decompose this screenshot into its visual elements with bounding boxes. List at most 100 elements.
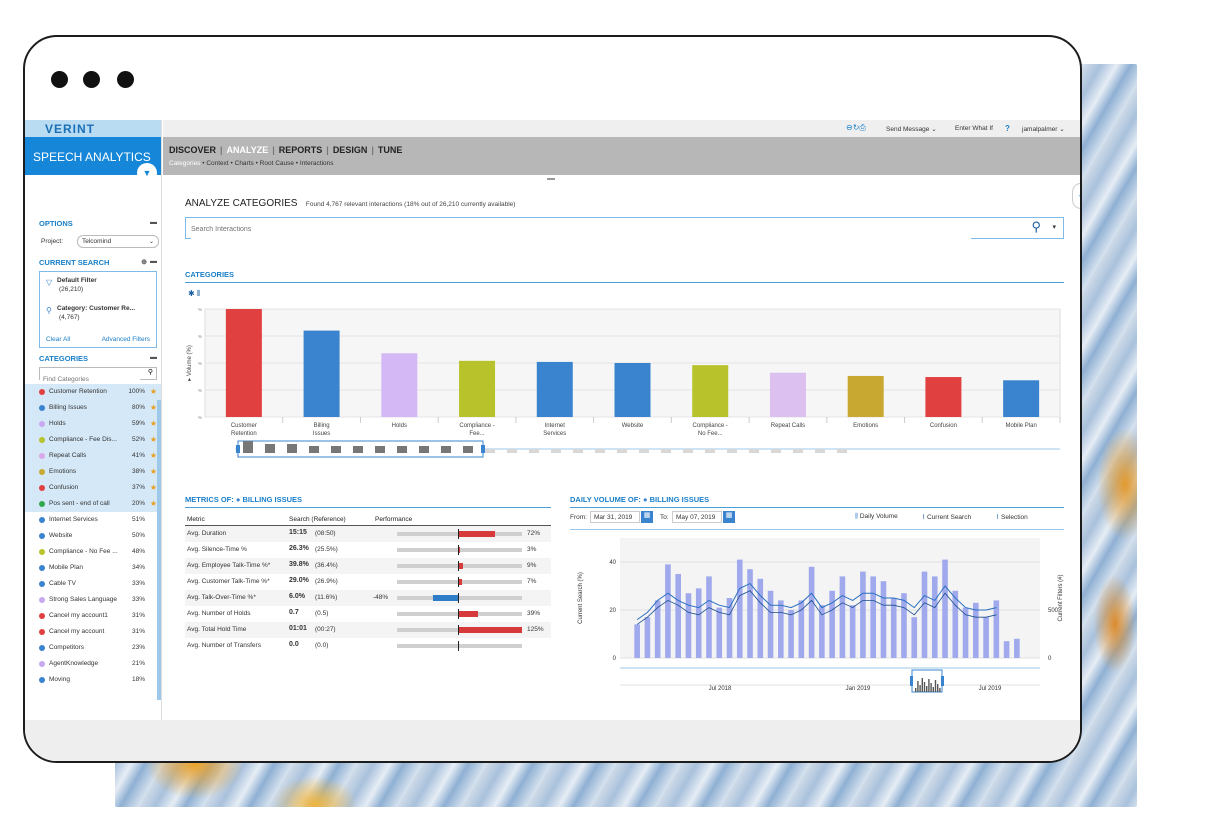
app-window: VERINT SPEECH ANALYTICS ▼ OPTIONS ▬ Proj… [23, 35, 1082, 763]
category-name: Holds [49, 420, 66, 427]
category-item[interactable]: Confusion 37% ★ [25, 480, 161, 496]
range-slider-bar [793, 449, 803, 453]
metrics-row[interactable]: Avg. Employee Talk-Time %* 39.8% (36.4%) 9% [185, 558, 551, 574]
sort-icon[interactable]: ⫴ [197, 289, 200, 298]
metrics-row[interactable]: Avg. Total Hold Time 01:01 (00:27) 125% [185, 622, 551, 638]
drag-handle[interactable] [547, 178, 555, 180]
tab-tune[interactable]: TUNE [378, 145, 403, 155]
chart-tools: ✱ ⫴ [188, 289, 200, 299]
category-name: Cable TV [49, 580, 76, 587]
chevron-down-icon[interactable]: ▾ [1052, 223, 1056, 231]
sidebar: VERINT SPEECH ANALYTICS ▼ OPTIONS ▬ Proj… [25, 120, 162, 720]
performance-track [397, 641, 522, 651]
metrics-row[interactable]: Avg. Number of Transfers 0.0 (0.0) [185, 638, 551, 654]
category-item[interactable]: Cancel my account1 31% [25, 608, 161, 624]
user-menu[interactable]: jamalpalmer ⌄ [1022, 125, 1065, 133]
calendar-icon[interactable]: ▦ [641, 511, 653, 523]
clear-all-link[interactable]: Clear All [46, 336, 70, 343]
category-item[interactable]: Cable TV 33% [25, 576, 161, 592]
search-interactions-input[interactable] [191, 220, 971, 239]
category-item[interactable]: Emotions 38% ★ [25, 464, 161, 480]
category-item[interactable]: Compliance - No Fee ... 48% [25, 544, 161, 560]
metrics-row[interactable]: Avg. Customer Talk-Time %* 29.0% (26.9%) 7% [185, 574, 551, 590]
star-icon[interactable]: ★ [150, 400, 157, 416]
metrics-row[interactable]: Avg. Duration 15:15 (08:50) 72% [185, 526, 551, 542]
star-icon[interactable]: ★ [150, 496, 157, 512]
category-name: Website [49, 532, 73, 539]
subtab-categories[interactable]: Categories [169, 160, 200, 167]
category-item[interactable]: Competitors 23% [25, 640, 161, 656]
category-item[interactable]: Pos sent - end of call 20% ★ [25, 496, 161, 512]
expand-icon[interactable]: + [1072, 183, 1080, 209]
tab-design[interactable]: DESIGN [333, 145, 368, 155]
legend-selection[interactable]: ⌇ Selection [996, 513, 1028, 521]
category-item[interactable]: Website 50% [25, 528, 161, 544]
send-message-menu[interactable]: Send Message ⌄ [886, 125, 937, 133]
sidebar-scrollbar[interactable] [157, 400, 161, 700]
category-item[interactable]: Compliance - Fee Dis... 52% ★ [25, 432, 161, 448]
category-color-dot [39, 453, 45, 459]
subtab-context[interactable]: Context [206, 160, 228, 167]
metrics-row[interactable]: Avg. Number of Holds 0.7 (0.5) 39% [185, 606, 551, 622]
category-percent: 21% [131, 660, 145, 667]
minimize-icon[interactable]: ▬ [150, 258, 157, 265]
category-item[interactable]: Billing Issues 80% ★ [25, 400, 161, 416]
help-icon[interactable]: ? [1005, 124, 1010, 133]
category-item[interactable]: AgentKnowledge 21% [25, 656, 161, 672]
subtab-charts[interactable]: Charts [235, 160, 254, 167]
daily-volume-bar [839, 576, 846, 658]
search-icon[interactable]: ⚲ [1031, 219, 1041, 235]
star-icon[interactable]: ★ [150, 448, 157, 464]
print-icon[interactable]: ⎙ [859, 123, 865, 132]
app-screen: VERINT SPEECH ANALYTICS ▼ OPTIONS ▬ Proj… [25, 120, 1080, 761]
subtab-root-cause[interactable]: Root Cause [260, 160, 294, 167]
find-categories-field[interactable]: ⚲ [39, 367, 157, 385]
collapse-icon[interactable]: ▼ [137, 163, 157, 183]
advanced-filters-link[interactable]: Advanced Filters [102, 336, 150, 343]
star-icon[interactable]: ★ [150, 432, 157, 448]
globe-icon[interactable]: ⊖ [846, 123, 853, 132]
column-header[interactable]: Search (Reference) [289, 516, 346, 523]
subtab-interactions[interactable]: Interactions [300, 160, 334, 167]
category-item[interactable]: Cancel my account 31% [25, 624, 161, 640]
legend-current-search[interactable]: ⌇ Current Search [922, 513, 971, 521]
minimize-icon[interactable]: ▬ [150, 354, 157, 361]
search-interactions-field[interactable]: ⚲ ▾ [185, 217, 1064, 239]
legend-daily-volume[interactable]: ⫼ Daily Volume [855, 513, 898, 521]
tab-discover[interactable]: DISCOVER [169, 145, 216, 155]
star-icon[interactable]: ★ [150, 480, 157, 496]
pin-icon[interactable]: ✱ [188, 289, 195, 298]
metrics-row[interactable]: Avg. Talk-Over-Time %* 6.0% (11.6%) -48% [185, 590, 551, 606]
category-bar [381, 353, 418, 417]
calendar-icon[interactable]: ▦ [723, 511, 735, 523]
tab-reports[interactable]: REPORTS [279, 145, 323, 155]
minimize-icon[interactable]: ▬ [150, 219, 157, 226]
enter-what-if-button[interactable]: Enter What If [955, 125, 993, 132]
product-title: SPEECH ANALYTICS ▼ [25, 137, 161, 183]
metric-name: Avg. Talk-Over-Time %* [187, 594, 256, 601]
tab-analyze[interactable]: ANALYZE [227, 145, 269, 155]
star-icon[interactable]: ★ [150, 416, 157, 432]
category-name: Cancel my account1 [49, 612, 108, 619]
category-item[interactable]: Mobile Plan 34% [25, 560, 161, 576]
baseline-marker [458, 641, 459, 651]
to-date-input[interactable]: May 07, 2019 [672, 511, 722, 523]
performance-value: 9% [527, 562, 537, 569]
category-name: Mobile Plan [49, 564, 83, 571]
category-item[interactable]: Holds 59% ★ [25, 416, 161, 432]
add-icon[interactable]: ⊕ [141, 258, 147, 266]
star-icon[interactable]: ★ [150, 384, 157, 400]
range-slider-bar [837, 449, 847, 453]
from-date-input[interactable]: Mar 31, 2019 [590, 511, 640, 523]
project-select[interactable]: Telcomind ⌄ [77, 235, 159, 248]
category-item[interactable]: Internet Services 51% [25, 512, 161, 528]
category-item[interactable]: Moving 18% [25, 672, 161, 688]
category-name: Cancel my account [49, 628, 105, 635]
column-header[interactable]: Metric [187, 516, 205, 523]
metrics-row[interactable]: Avg. Silence-Time % 26.3% (25.5%) 3% [185, 542, 551, 558]
column-header[interactable]: Performance [375, 516, 412, 523]
category-item[interactable]: Customer Retention 100% ★ [25, 384, 161, 400]
star-icon[interactable]: ★ [150, 464, 157, 480]
category-item[interactable]: Strong Sales Language 33% [25, 592, 161, 608]
category-item[interactable]: Repeat Calls 41% ★ [25, 448, 161, 464]
